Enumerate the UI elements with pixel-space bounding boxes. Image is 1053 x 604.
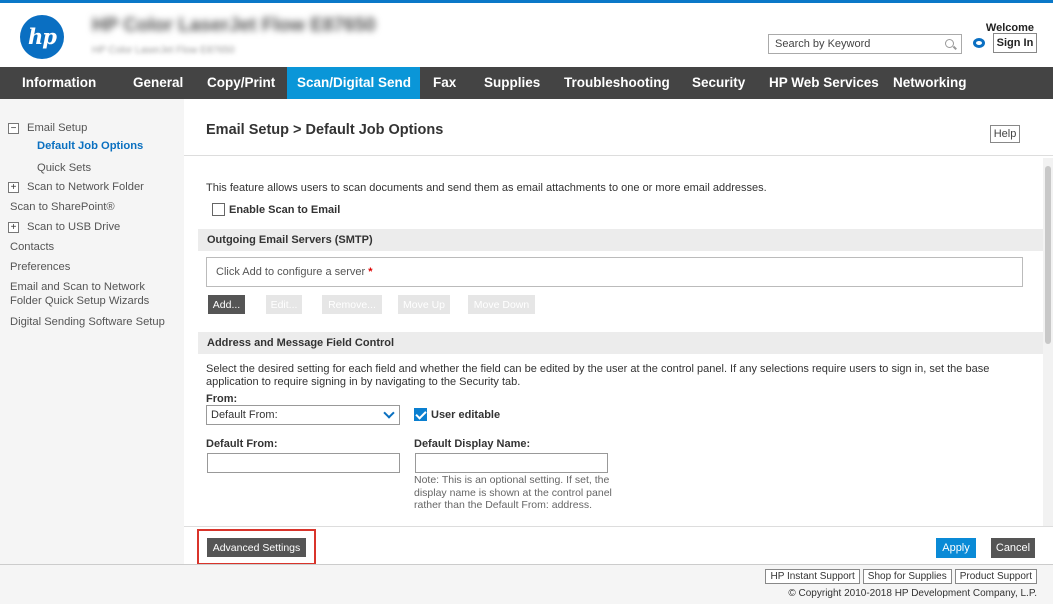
- main-panel: Email Setup > Default Job Options Help T…: [184, 99, 1053, 564]
- sidebar-item-email-setup[interactable]: Email Setup: [27, 122, 87, 134]
- sidebar-item-digital-sending-software[interactable]: Digital Sending Software Setup: [10, 316, 165, 328]
- display-name-input[interactable]: [415, 453, 608, 473]
- tab-troubleshooting[interactable]: Troubleshooting: [556, 67, 678, 99]
- tab-networking[interactable]: Networking: [885, 67, 975, 99]
- enable-scan-to-email-checkbox[interactable]: [212, 203, 225, 216]
- move-up-button[interactable]: Move Up: [398, 295, 450, 314]
- action-bar: Advanced Settings Apply Cancel: [184, 526, 1053, 565]
- add-server-button[interactable]: Add...: [208, 295, 245, 314]
- required-marker: *: [368, 266, 373, 278]
- sidebar-item-preferences[interactable]: Preferences: [10, 261, 70, 273]
- expand-icon[interactable]: +: [8, 182, 19, 193]
- apply-button[interactable]: Apply: [936, 538, 976, 558]
- footer-links: HP Instant Support Shop for Supplies Pro…: [762, 569, 1037, 584]
- user-editable-row[interactable]: User editable: [414, 408, 500, 421]
- scrollbar-thumb[interactable]: [1045, 166, 1051, 344]
- smtp-section-header: Outgoing Email Servers (SMTP): [198, 229, 1043, 251]
- hp-logo[interactable]: hp: [20, 15, 64, 59]
- hp-instant-support-link[interactable]: HP Instant Support: [765, 569, 860, 584]
- sidebar-item-email-scan-wizards[interactable]: Email and Scan to Network: [10, 281, 145, 293]
- tab-copy-print[interactable]: Copy/Print: [199, 67, 283, 99]
- remove-server-button[interactable]: Remove...: [322, 295, 382, 314]
- sidebar: − Email Setup Default Job Options Quick …: [0, 99, 184, 564]
- search-box: [768, 34, 962, 54]
- hp-logo-text: hp: [28, 24, 57, 49]
- cancel-button[interactable]: Cancel: [991, 538, 1035, 558]
- display-name-note: Note: This is an optional setting. If se…: [414, 474, 612, 511]
- move-down-button[interactable]: Move Down: [468, 295, 535, 314]
- address-description: Select the desired setting for each fiel…: [206, 363, 990, 388]
- page-title: Email Setup > Default Job Options: [206, 122, 444, 138]
- scrollbar[interactable]: [1043, 158, 1053, 530]
- tab-scan-digital-send[interactable]: Scan/Digital Send: [287, 67, 420, 99]
- enable-scan-to-email-label: Enable Scan to Email: [229, 204, 341, 216]
- tab-general[interactable]: General: [125, 67, 191, 99]
- enable-scan-to-email-row[interactable]: Enable Scan to Email: [212, 203, 340, 216]
- default-from-input[interactable]: [207, 453, 400, 473]
- feature-description: This feature allows users to scan docume…: [206, 182, 767, 194]
- from-label: From:: [206, 393, 238, 405]
- advanced-settings-button[interactable]: Advanced Settings: [207, 538, 306, 557]
- tab-supplies[interactable]: Supplies: [476, 67, 548, 99]
- tab-information[interactable]: Information: [14, 67, 104, 99]
- address-section-header: Address and Message Field Control: [198, 332, 1043, 354]
- smtp-server-list[interactable]: Click Add to configure a server *: [206, 257, 1023, 287]
- sidebar-item-scan-to-sharepoint[interactable]: Scan to SharePoint®: [10, 201, 115, 213]
- search-input[interactable]: [769, 35, 929, 53]
- server-list-placeholder: Click Add to configure a server: [216, 266, 366, 278]
- expand-icon[interactable]: +: [8, 222, 19, 233]
- tab-security[interactable]: Security: [684, 67, 753, 99]
- printer-model-name: HP Color LaserJet Flow E87650: [92, 15, 376, 36]
- tab-hp-web-services[interactable]: HP Web Services: [761, 67, 887, 99]
- display-name-label: Default Display Name:: [414, 438, 531, 450]
- edit-server-button[interactable]: Edit...: [266, 295, 302, 314]
- printer-model-subtitle: HP Color LaserJet Flow E87650: [92, 45, 235, 56]
- tab-fax[interactable]: Fax: [425, 67, 464, 99]
- sidebar-item-quick-sets[interactable]: Quick Sets: [37, 162, 91, 174]
- page-footer: HP Instant Support Shop for Supplies Pro…: [0, 564, 1053, 604]
- sidebar-item-scan-to-usb-drive[interactable]: Scan to USB Drive: [27, 221, 120, 233]
- sidebar-item-scan-to-network-folder[interactable]: Scan to Network Folder: [27, 181, 144, 193]
- header: hp HP Color LaserJet Flow E87650 HP Colo…: [0, 0, 1053, 67]
- sidebar-item-email-scan-wizards-line2[interactable]: Folder Quick Setup Wizards: [10, 295, 149, 307]
- shop-for-supplies-link[interactable]: Shop for Supplies: [862, 569, 952, 584]
- sidebar-item-default-job-options[interactable]: Default Job Options: [37, 140, 143, 152]
- product-support-link[interactable]: Product Support: [954, 569, 1037, 584]
- sign-in-button[interactable]: Sign In: [993, 33, 1037, 53]
- chevron-down-icon[interactable]: [379, 406, 399, 424]
- main-nav: Information General Copy/Print Scan/Digi…: [0, 67, 1053, 99]
- chat-icon[interactable]: [973, 38, 985, 48]
- search-icon[interactable]: [945, 39, 954, 48]
- sidebar-item-contacts[interactable]: Contacts: [10, 241, 54, 253]
- from-select-value: Default From:: [211, 409, 278, 421]
- copyright: © Copyright 2010-2018 HP Development Com…: [788, 588, 1037, 599]
- user-editable-checkbox[interactable]: [414, 408, 427, 421]
- default-from-label: Default From:: [206, 438, 278, 450]
- from-select[interactable]: Default From:: [206, 405, 400, 425]
- user-editable-label: User editable: [431, 409, 501, 421]
- divider: [184, 155, 1053, 156]
- help-button[interactable]: Help: [990, 125, 1020, 143]
- collapse-icon[interactable]: −: [8, 123, 19, 134]
